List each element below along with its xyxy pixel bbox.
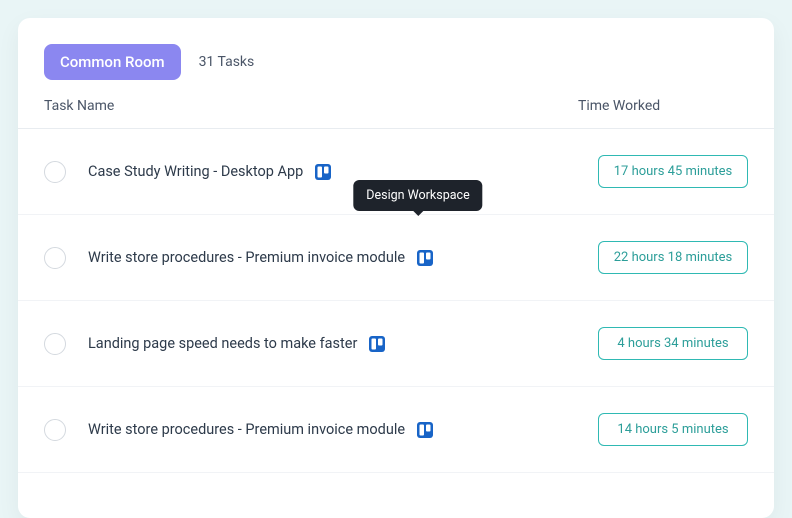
- trello-icon[interactable]: [417, 422, 433, 438]
- task-name-text: Write store procedures - Premium invoice…: [88, 249, 405, 266]
- task-name-cell: Landing page speed needs to make faster: [88, 335, 598, 352]
- task-checkbox[interactable]: [44, 247, 66, 269]
- task-checkbox[interactable]: [44, 161, 66, 183]
- task-card: Common Room 31 Tasks Task Name Time Work…: [18, 18, 774, 518]
- task-row-wrapper: Design WorkspaceWrite store procedures -…: [18, 215, 774, 301]
- col-time-worked: Time Worked: [578, 98, 748, 114]
- task-name-text: Landing page speed needs to make faster: [88, 335, 357, 352]
- task-name-cell: Write store procedures - Premium invoice…: [88, 421, 598, 438]
- task-row: Write store procedures - Premium invoice…: [18, 215, 774, 301]
- task-row-wrapper: Write store procedures - Premium invoice…: [18, 387, 774, 473]
- task-name-cell: Write store procedures - Premium invoice…: [88, 249, 598, 266]
- col-task-name: Task Name: [44, 98, 578, 114]
- trello-icon[interactable]: [417, 250, 433, 266]
- task-checkbox[interactable]: [44, 333, 66, 355]
- task-name-cell: Case Study Writing - Desktop App: [88, 163, 598, 180]
- time-worked-pill: 4 hours 34 minutes: [598, 327, 748, 360]
- column-headers: Task Name Time Worked: [18, 98, 774, 129]
- task-name-text: Write store procedures - Premium invoice…: [88, 421, 405, 438]
- task-rows: Case Study Writing - Desktop App 17 hours…: [18, 129, 774, 518]
- task-row: Write store procedures - Premium invoice…: [18, 387, 774, 473]
- card-header: Common Room 31 Tasks: [18, 18, 774, 98]
- task-name-text: Case Study Writing - Desktop App: [88, 163, 303, 180]
- task-count-label: 31 Tasks: [199, 54, 255, 70]
- project-badge[interactable]: Common Room: [44, 44, 181, 80]
- time-worked-pill: 17 hours 45 minutes: [598, 155, 748, 188]
- trello-icon[interactable]: [369, 336, 385, 352]
- trello-icon[interactable]: [315, 164, 331, 180]
- task-checkbox[interactable]: [44, 419, 66, 441]
- task-row: Landing page speed needs to make faster 4…: [18, 301, 774, 387]
- time-worked-pill: 22 hours 18 minutes: [598, 241, 748, 274]
- task-row-wrapper: Landing page speed needs to make faster 4…: [18, 301, 774, 387]
- time-worked-pill: 14 hours 5 minutes: [598, 413, 748, 446]
- tooltip: Design Workspace: [353, 180, 482, 211]
